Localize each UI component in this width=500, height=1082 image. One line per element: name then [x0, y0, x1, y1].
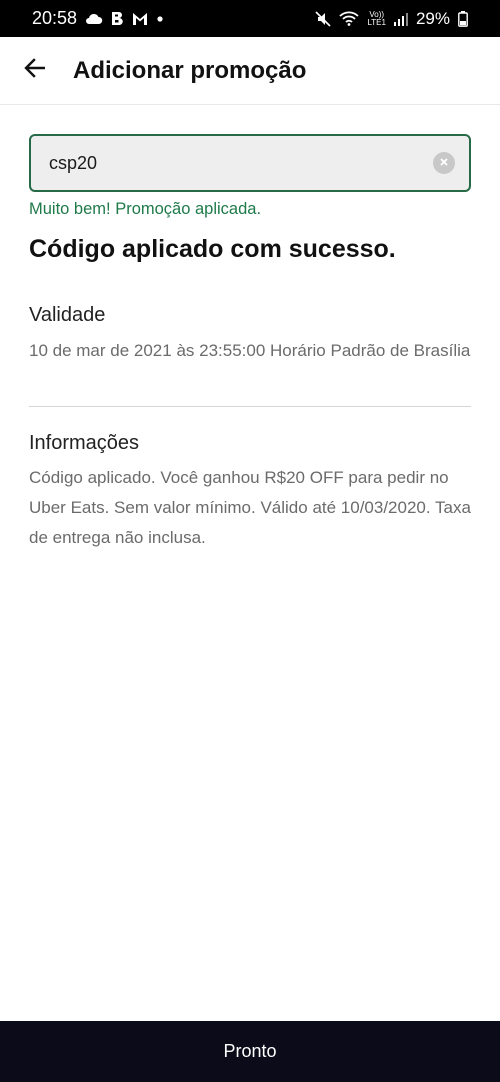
info-text: Código aplicado. Você ganhou R$20 OFF pa… — [29, 468, 471, 547]
validity-title: Validade — [29, 304, 106, 326]
app-bar: Adicionar promoção — [0, 37, 500, 105]
status-bar: 20:58 Vo)) LTE1 29% — [0, 0, 500, 37]
battery-icon — [458, 10, 468, 27]
page-title: Adicionar promoção — [73, 56, 307, 84]
signal-icon — [393, 12, 408, 26]
done-button[interactable]: Pronto — [0, 1021, 500, 1082]
volte-badge: Vo)) LTE1 — [367, 9, 386, 27]
close-icon — [439, 154, 449, 172]
mute-icon — [315, 10, 332, 27]
b-app-icon — [111, 11, 124, 26]
arrow-left-icon — [24, 58, 46, 83]
cloud-icon — [85, 13, 103, 25]
validity-text: 10 de mar de 2021 às 23:55:00 Horário Pa… — [29, 341, 471, 360]
back-button[interactable] — [0, 37, 70, 105]
clear-button[interactable] — [433, 152, 455, 174]
promo-code-input[interactable] — [49, 152, 433, 174]
status-right: Vo)) LTE1 29% — [315, 9, 468, 29]
info-title: Informações — [29, 432, 140, 454]
promo-code-field[interactable] — [29, 134, 471, 192]
dot-icon — [156, 15, 164, 23]
status-time: 20:58 — [32, 8, 78, 28]
divider — [29, 406, 471, 407]
success-headline: Código aplicado com sucesso. — [29, 235, 396, 263]
status-left: 20:58 — [32, 8, 164, 29]
wifi-icon — [339, 11, 360, 26]
success-message: Muito bem! Promoção aplicada. — [29, 200, 262, 218]
screen: 20:58 Vo)) LTE1 29% Adicionar promoção c… — [0, 0, 500, 1082]
battery-percent: 29% — [415, 8, 450, 28]
gmail-icon — [132, 12, 148, 26]
